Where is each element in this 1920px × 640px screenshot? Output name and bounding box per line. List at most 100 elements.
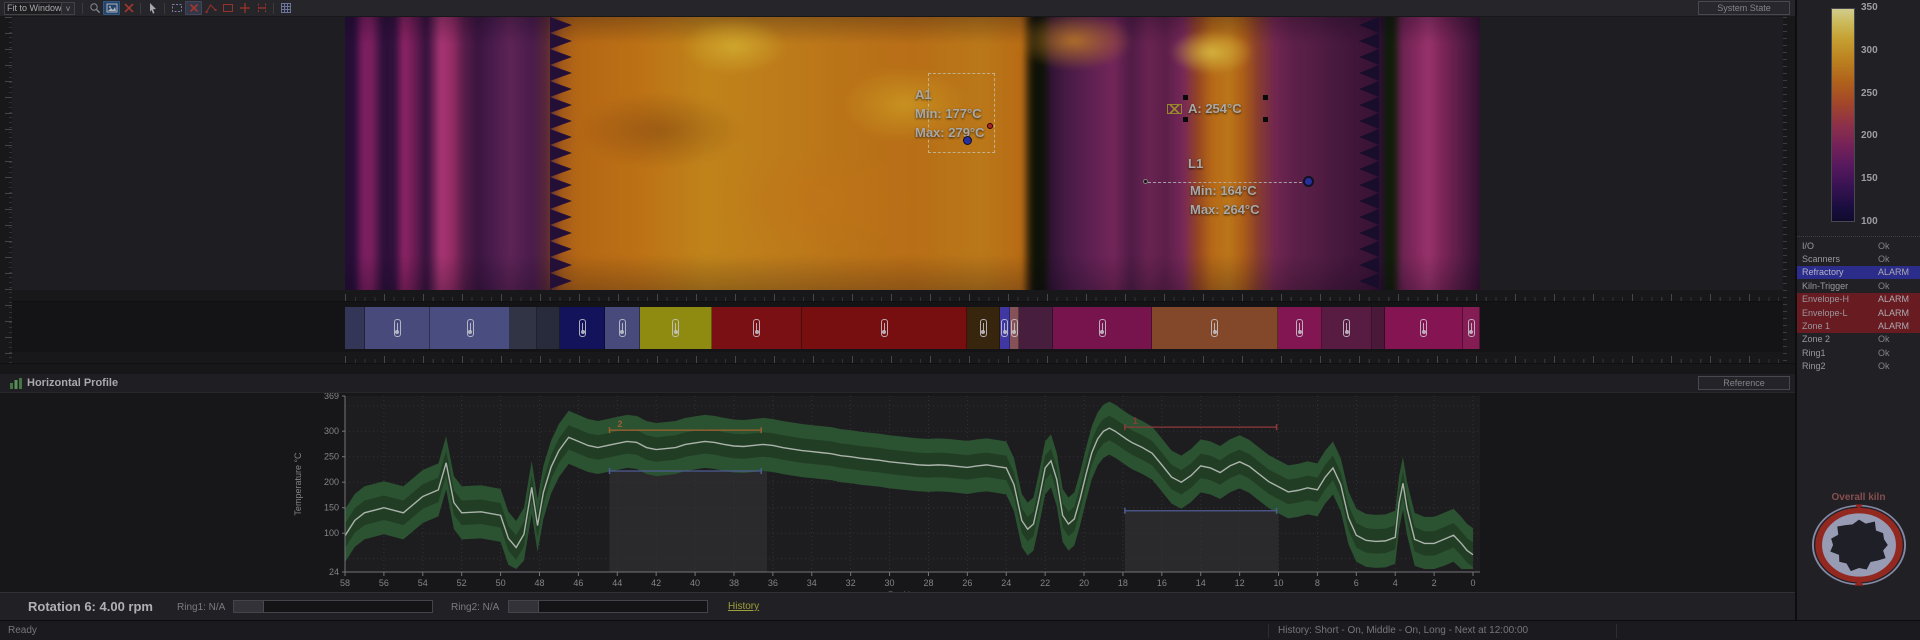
- selection-icon[interactable]: [168, 1, 185, 15]
- l1-left-endpoint[interactable]: [1143, 179, 1148, 184]
- status-row-kiln-trigger[interactable]: Kiln-TriggerOk: [1797, 279, 1920, 292]
- profile-header: Horizontal Profile: [0, 374, 1795, 393]
- status-bar: Ready History: Short - On, Middle - On, …: [0, 620, 1920, 640]
- colorbar-tick: 250: [1861, 88, 1878, 99]
- x-tick-label: 10: [1274, 578, 1284, 588]
- zone-segment[interactable]: [712, 307, 802, 349]
- zone-segment[interactable]: [1053, 307, 1152, 349]
- selection-handle[interactable]: [1183, 117, 1188, 122]
- status-row-zone-1[interactable]: Zone 1ALARM: [1797, 319, 1920, 332]
- x-tick-label: 16: [1157, 578, 1167, 588]
- system-status-list: I/OOkScannersOkRefractoryALARMKiln-Trigg…: [1797, 236, 1920, 373]
- reference-button[interactable]: Reference: [1698, 376, 1790, 390]
- ring1-progress-fill: [234, 601, 264, 612]
- selection-band[interactable]: [1125, 511, 1279, 572]
- zone-segment[interactable]: [802, 307, 967, 349]
- x-tick-label: 28: [923, 578, 933, 588]
- measure-rect-icon[interactable]: [219, 1, 236, 15]
- zone-segment[interactable]: [1010, 307, 1019, 349]
- measure-point-icon[interactable]: [236, 1, 253, 15]
- thermometer-icon: [1099, 319, 1106, 337]
- history-link[interactable]: History: [728, 601, 759, 612]
- status-row-i-o[interactable]: I/OOk: [1797, 239, 1920, 252]
- measure-area-icon[interactable]: [253, 1, 270, 15]
- status-row-envelope-h[interactable]: Envelope-HALARM: [1797, 293, 1920, 306]
- zone-segment[interactable]: [1000, 307, 1010, 349]
- pointer-icon[interactable]: [144, 1, 161, 15]
- a1-max-marker: [987, 123, 993, 129]
- status-label: Envelope-H: [1802, 294, 1878, 304]
- l1-right-endpoint[interactable]: [1303, 176, 1314, 187]
- x-tick-label: 34: [807, 578, 817, 588]
- toolbar-divider: [82, 3, 83, 14]
- status-row-scanners[interactable]: ScannersOk: [1797, 252, 1920, 265]
- y-tick-label: 150: [324, 503, 339, 513]
- overall-kiln-label: Overall kiln: [1797, 492, 1920, 503]
- selection-handle[interactable]: [1263, 95, 1268, 100]
- thermal-canvas[interactable]: A1 Min: 177°C Max: 279°C A: 254°C L1 Min…: [12, 17, 1783, 290]
- profile-chart[interactable]: 2102468101214161820222426283032343638404…: [0, 364, 1795, 592]
- selection-band[interactable]: [609, 471, 767, 572]
- selection-handle[interactable]: [1183, 95, 1188, 100]
- zone-segment[interactable]: [1385, 307, 1463, 349]
- status-value: ALARM: [1878, 267, 1915, 277]
- x-tick-label: 6: [1354, 578, 1359, 588]
- main-toolbar: Fit to Window v: [0, 0, 1795, 17]
- zone-segment[interactable]: [537, 307, 560, 349]
- x-tick-label: 38: [729, 578, 739, 588]
- measure-line-icon[interactable]: [202, 1, 219, 15]
- x-tick-label: 4: [1393, 578, 1398, 588]
- horizontal-profile-panel: 2102468101214161820222426283032343638404…: [0, 364, 1795, 592]
- annotation-a-label[interactable]: A: 254°C: [1188, 101, 1242, 116]
- overall-kiln-gauge[interactable]: [1811, 504, 1907, 586]
- zone-segment[interactable]: [1372, 307, 1385, 349]
- zone-segment[interactable]: [640, 307, 712, 349]
- remove-measure-icon[interactable]: [185, 1, 202, 15]
- annotation-l1-name[interactable]: L1: [1188, 156, 1203, 171]
- zone-segment[interactable]: [1152, 307, 1278, 349]
- zone-segment[interactable]: [967, 307, 1000, 349]
- view-mode-select[interactable]: Fit to Window v: [4, 2, 75, 15]
- zone-segment[interactable]: [365, 307, 430, 349]
- zone-segment[interactable]: [560, 307, 605, 349]
- zone-segment[interactable]: [1463, 307, 1480, 349]
- system-state-button[interactable]: System State: [1698, 1, 1790, 15]
- zone-segment[interactable]: [345, 307, 365, 349]
- thermometer-icon: [1468, 319, 1475, 337]
- x-tick-label: 14: [1196, 578, 1206, 588]
- status-row-zone-2[interactable]: Zone 2Ok: [1797, 333, 1920, 346]
- zone-strip: [12, 302, 1783, 352]
- status-row-refractory[interactable]: RefractoryALARM: [1797, 266, 1920, 279]
- grid-icon[interactable]: [277, 1, 294, 15]
- zone-segment[interactable]: [605, 307, 640, 349]
- status-row-ring1[interactable]: Ring1Ok: [1797, 346, 1920, 359]
- x-tick-label: 0: [1470, 578, 1475, 588]
- rotation-readout: Rotation 6: 4.00 rpm: [28, 599, 153, 614]
- x-tick-label: 40: [690, 578, 700, 588]
- annotation-a1-name[interactable]: A1: [915, 87, 932, 102]
- chart-marker-label: 1: [1133, 416, 1138, 426]
- zone-segment[interactable]: [1278, 307, 1322, 349]
- zone-segment[interactable]: [430, 307, 510, 349]
- chevron-down-icon[interactable]: v: [62, 2, 75, 15]
- status-row-envelope-l[interactable]: Envelope-LALARM: [1797, 306, 1920, 319]
- colorbar-tick: 350: [1861, 2, 1878, 13]
- zoom-icon[interactable]: [86, 1, 103, 15]
- colorbar-tick: 200: [1861, 130, 1878, 141]
- x-tick-label: 58: [340, 578, 350, 588]
- selection-handle[interactable]: [1263, 117, 1268, 122]
- delete-image-icon[interactable]: [120, 1, 137, 15]
- x-tick-label: 18: [1118, 578, 1128, 588]
- thermal-image[interactable]: A1 Min: 177°C Max: 279°C A: 254°C L1 Min…: [345, 17, 1480, 290]
- zone-segment[interactable]: [1322, 307, 1372, 349]
- zone-segments: [345, 307, 1480, 349]
- ring2-progress[interactable]: [508, 600, 708, 613]
- zone-segment[interactable]: [1019, 307, 1053, 349]
- ring2-label: Ring2: N/A: [451, 602, 499, 613]
- status-row-ring2[interactable]: Ring2Ok: [1797, 360, 1920, 373]
- vertical-ruler-right: [1783, 17, 1795, 363]
- image-icon[interactable]: [103, 1, 120, 15]
- ring1-progress[interactable]: [233, 600, 433, 613]
- annotation-l1-min: Min: 164°C: [1190, 183, 1257, 198]
- zone-segment[interactable]: [510, 307, 537, 349]
